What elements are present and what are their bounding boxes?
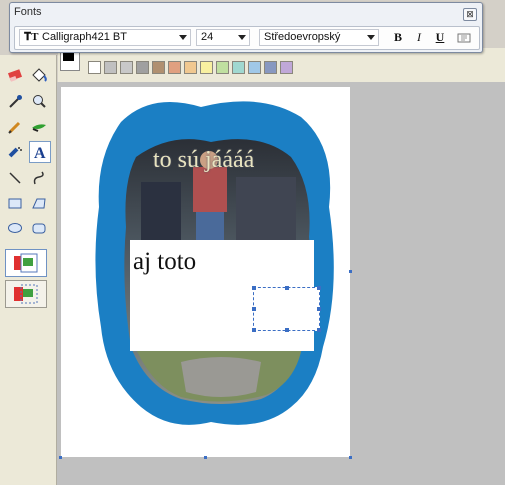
- color-picker-icon[interactable]: [4, 90, 26, 112]
- tool-palette: A: [0, 55, 57, 485]
- canvas-resize-handle[interactable]: [349, 270, 352, 273]
- color-swatch[interactable]: [216, 61, 229, 74]
- color-swatch[interactable]: [104, 61, 117, 74]
- color-swatch[interactable]: [232, 61, 245, 74]
- color-swatch[interactable]: [200, 61, 213, 74]
- opaque-background-icon[interactable]: [5, 249, 47, 277]
- underline-button[interactable]: U: [431, 29, 449, 46]
- font-size-value: 24: [201, 31, 214, 43]
- fonts-dialog-title: Fonts: [14, 6, 42, 18]
- ellipse-icon[interactable]: [4, 217, 26, 239]
- color-swatch[interactable]: [264, 61, 277, 74]
- rounded-rectangle-icon[interactable]: [28, 217, 50, 239]
- fonts-dialog: Fonts ⊠ 𝐓T Calligraph421 BT 24 Středoevr…: [9, 2, 483, 53]
- chevron-down-icon: [367, 35, 375, 40]
- curve-icon[interactable]: [28, 167, 50, 189]
- color-swatch[interactable]: [248, 61, 261, 74]
- chevron-down-icon: [179, 35, 187, 40]
- airbrush-icon[interactable]: [4, 141, 26, 163]
- canvas-resize-handle[interactable]: [59, 456, 62, 459]
- vertical-text-icon[interactable]: [455, 29, 473, 46]
- color-swatch[interactable]: [168, 61, 181, 74]
- canvas-resize-handle[interactable]: [349, 456, 352, 459]
- close-icon[interactable]: ⊠: [463, 8, 477, 21]
- svg-text:A: A: [34, 145, 46, 160]
- truetype-font-icon: 𝐓T: [24, 31, 39, 43]
- foreground-color-swatch[interactable]: [63, 52, 74, 61]
- text-tool-icon[interactable]: A: [29, 141, 51, 163]
- line-icon[interactable]: [4, 167, 26, 189]
- font-name-value: Calligraph421 BT: [42, 31, 127, 43]
- color-swatch[interactable]: [88, 61, 101, 74]
- fonts-toolbar: 𝐓T Calligraph421 BT 24 Středoevropský B …: [14, 26, 480, 50]
- fill-bucket-icon[interactable]: [28, 64, 50, 86]
- magnifier-icon[interactable]: [28, 90, 50, 112]
- color-swatch[interactable]: [280, 61, 293, 74]
- transparent-background-icon[interactable]: [5, 280, 47, 308]
- chevron-down-icon: [238, 35, 246, 40]
- canvas-text-box-label: aj toto: [133, 248, 197, 275]
- drawing-canvas[interactable]: to sú jáááá aj toto: [61, 87, 350, 457]
- canvas-resize-handle[interactable]: [204, 456, 207, 459]
- rectangle-icon[interactable]: [4, 192, 26, 214]
- pencil-icon[interactable]: [4, 116, 26, 138]
- eraser-icon[interactable]: [4, 64, 26, 86]
- italic-button[interactable]: I: [410, 29, 428, 46]
- script-value: Středoevropský: [264, 31, 341, 43]
- color-swatch[interactable]: [152, 61, 165, 74]
- brush-icon[interactable]: [28, 116, 50, 138]
- color-swatch[interactable]: [136, 61, 149, 74]
- text-insertion-box[interactable]: [252, 286, 321, 332]
- color-palette: [58, 48, 505, 82]
- font-size-select[interactable]: 24: [196, 29, 250, 46]
- color-swatch[interactable]: [120, 61, 133, 74]
- canvas-text-box[interactable]: aj toto: [130, 240, 321, 351]
- color-swatch[interactable]: [184, 61, 197, 74]
- canvas-caption-top: to sú jáááá: [153, 147, 255, 173]
- font-name-select[interactable]: 𝐓T Calligraph421 BT: [19, 29, 191, 46]
- bold-button[interactable]: B: [389, 29, 407, 46]
- polygon-icon[interactable]: [28, 192, 50, 214]
- script-select[interactable]: Středoevropský: [259, 29, 379, 46]
